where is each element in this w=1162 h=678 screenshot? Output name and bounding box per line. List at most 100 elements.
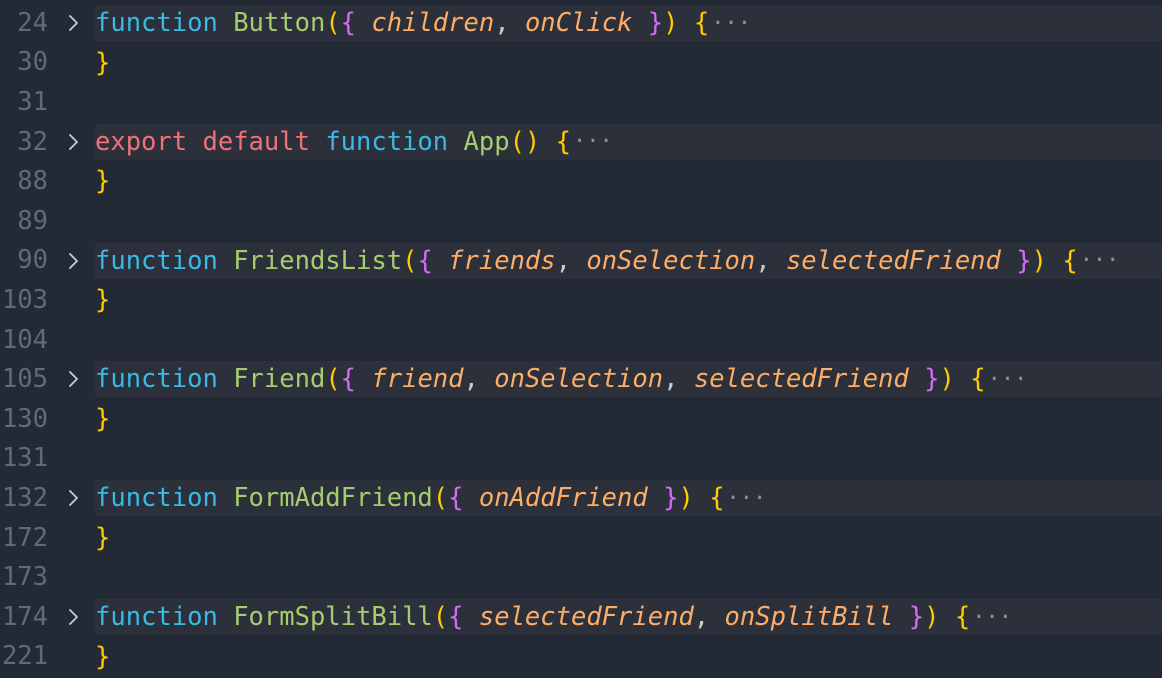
folded-ellipsis[interactable]: ··· xyxy=(988,367,1028,392)
line-number: 173 xyxy=(1,562,48,593)
code-line[interactable]: 30} xyxy=(0,43,1162,83)
code-token: } xyxy=(924,364,940,395)
code-line[interactable]: 132 function FormAddFriend({ onAddFriend … xyxy=(0,478,1162,518)
code-token: , xyxy=(463,364,495,395)
code-token: { xyxy=(954,602,971,632)
code-token: onSelection xyxy=(586,245,756,276)
folded-ellipsis[interactable]: ··· xyxy=(1080,248,1120,273)
code-line[interactable]: 105 function Friend({ friend, onSelection… xyxy=(0,359,1162,399)
code-content: } xyxy=(95,639,1162,675)
code-content xyxy=(95,322,1162,358)
line-number: 90 xyxy=(17,245,48,276)
line-number: 132 xyxy=(1,482,48,513)
chevron-right-icon[interactable] xyxy=(64,11,84,35)
code-token: Button xyxy=(233,8,326,38)
chevron-right-icon[interactable] xyxy=(64,605,84,629)
code-editor[interactable]: 24 function Button({ children, onClick })… xyxy=(0,0,1162,678)
code-token: selectedFriend xyxy=(785,245,1001,276)
code-token: } xyxy=(95,47,111,78)
code-token: App xyxy=(463,126,510,157)
code-token: selectedFriend xyxy=(478,602,694,632)
code-content: function FormSplitBill({ selectedFriend,… xyxy=(95,599,1162,635)
code-token: ) xyxy=(678,483,694,514)
code-token: } xyxy=(95,285,111,316)
line-number: 172 xyxy=(1,522,48,553)
folded-ellipsis[interactable]: ··· xyxy=(727,486,767,511)
code-token: { xyxy=(693,8,710,38)
chevron-right-icon[interactable] xyxy=(64,249,84,273)
code-token: { xyxy=(1062,245,1078,276)
code-token: onAddFriend xyxy=(478,483,648,514)
code-token: } xyxy=(647,8,664,38)
code-line[interactable]: 88} xyxy=(0,161,1162,201)
folded-ellipsis[interactable]: ··· xyxy=(972,605,1012,630)
code-content xyxy=(95,84,1162,120)
code-line[interactable]: 131 xyxy=(0,439,1162,479)
code-token: function xyxy=(95,8,218,38)
code-line[interactable]: 173 xyxy=(0,557,1162,597)
code-token: ) xyxy=(1031,245,1047,276)
code-line[interactable]: 90 function FriendsList({ friends, onSele… xyxy=(0,241,1162,281)
code-token: { xyxy=(970,364,986,395)
code-token: friends xyxy=(448,245,556,276)
code-line[interactable]: 172} xyxy=(0,518,1162,558)
code-content: } xyxy=(95,520,1162,556)
code-token: ( xyxy=(432,483,449,514)
folded-ellipsis[interactable]: ··· xyxy=(573,129,613,154)
code-content: function FormAddFriend({ onAddFriend }) … xyxy=(95,480,1162,517)
code-token: onClick xyxy=(524,8,633,38)
code-token: function xyxy=(95,483,218,514)
code-content: function Button({ children, onClick }) {… xyxy=(95,5,1162,41)
line-number: 104 xyxy=(1,324,48,355)
code-token: function xyxy=(325,126,449,157)
code-token: FormSplitBill xyxy=(233,602,433,632)
chevron-right-icon[interactable] xyxy=(64,367,84,391)
code-line[interactable]: 103} xyxy=(0,280,1162,320)
code-line[interactable]: 31 xyxy=(0,82,1162,122)
code-token: ( xyxy=(325,8,341,38)
code-token: { xyxy=(448,602,464,632)
code-token: { xyxy=(340,364,357,395)
code-token: { xyxy=(448,483,464,514)
line-number: 89 xyxy=(17,205,48,236)
code-token: ) xyxy=(924,602,940,632)
code-line[interactable]: 174 function FormSplitBill({ selectedFrie… xyxy=(0,597,1162,637)
line-number: 30 xyxy=(17,47,48,78)
code-token: { xyxy=(417,245,433,276)
code-token: ) xyxy=(939,364,955,395)
code-token: } xyxy=(95,522,111,553)
code-line[interactable]: 104 xyxy=(0,320,1162,360)
code-token: , xyxy=(755,245,786,276)
code-content: } xyxy=(95,45,1162,81)
chevron-right-icon[interactable] xyxy=(64,130,84,154)
code-line[interactable]: 24 function Button({ children, onClick })… xyxy=(0,3,1162,43)
line-number: 88 xyxy=(17,166,48,197)
code-line[interactable]: 130} xyxy=(0,399,1162,439)
code-content: export default function App() {··· xyxy=(95,123,1162,160)
code-token: { xyxy=(555,126,571,157)
chevron-right-icon[interactable] xyxy=(64,486,84,510)
code-content xyxy=(95,441,1162,477)
code-token: , xyxy=(555,245,587,276)
code-line[interactable]: 221} xyxy=(0,637,1162,677)
code-line[interactable]: 32 export default function App() {··· xyxy=(0,122,1162,162)
code-token: function xyxy=(95,602,218,632)
code-line[interactable]: 89 xyxy=(0,201,1162,241)
folded-ellipsis[interactable]: ··· xyxy=(711,11,751,36)
